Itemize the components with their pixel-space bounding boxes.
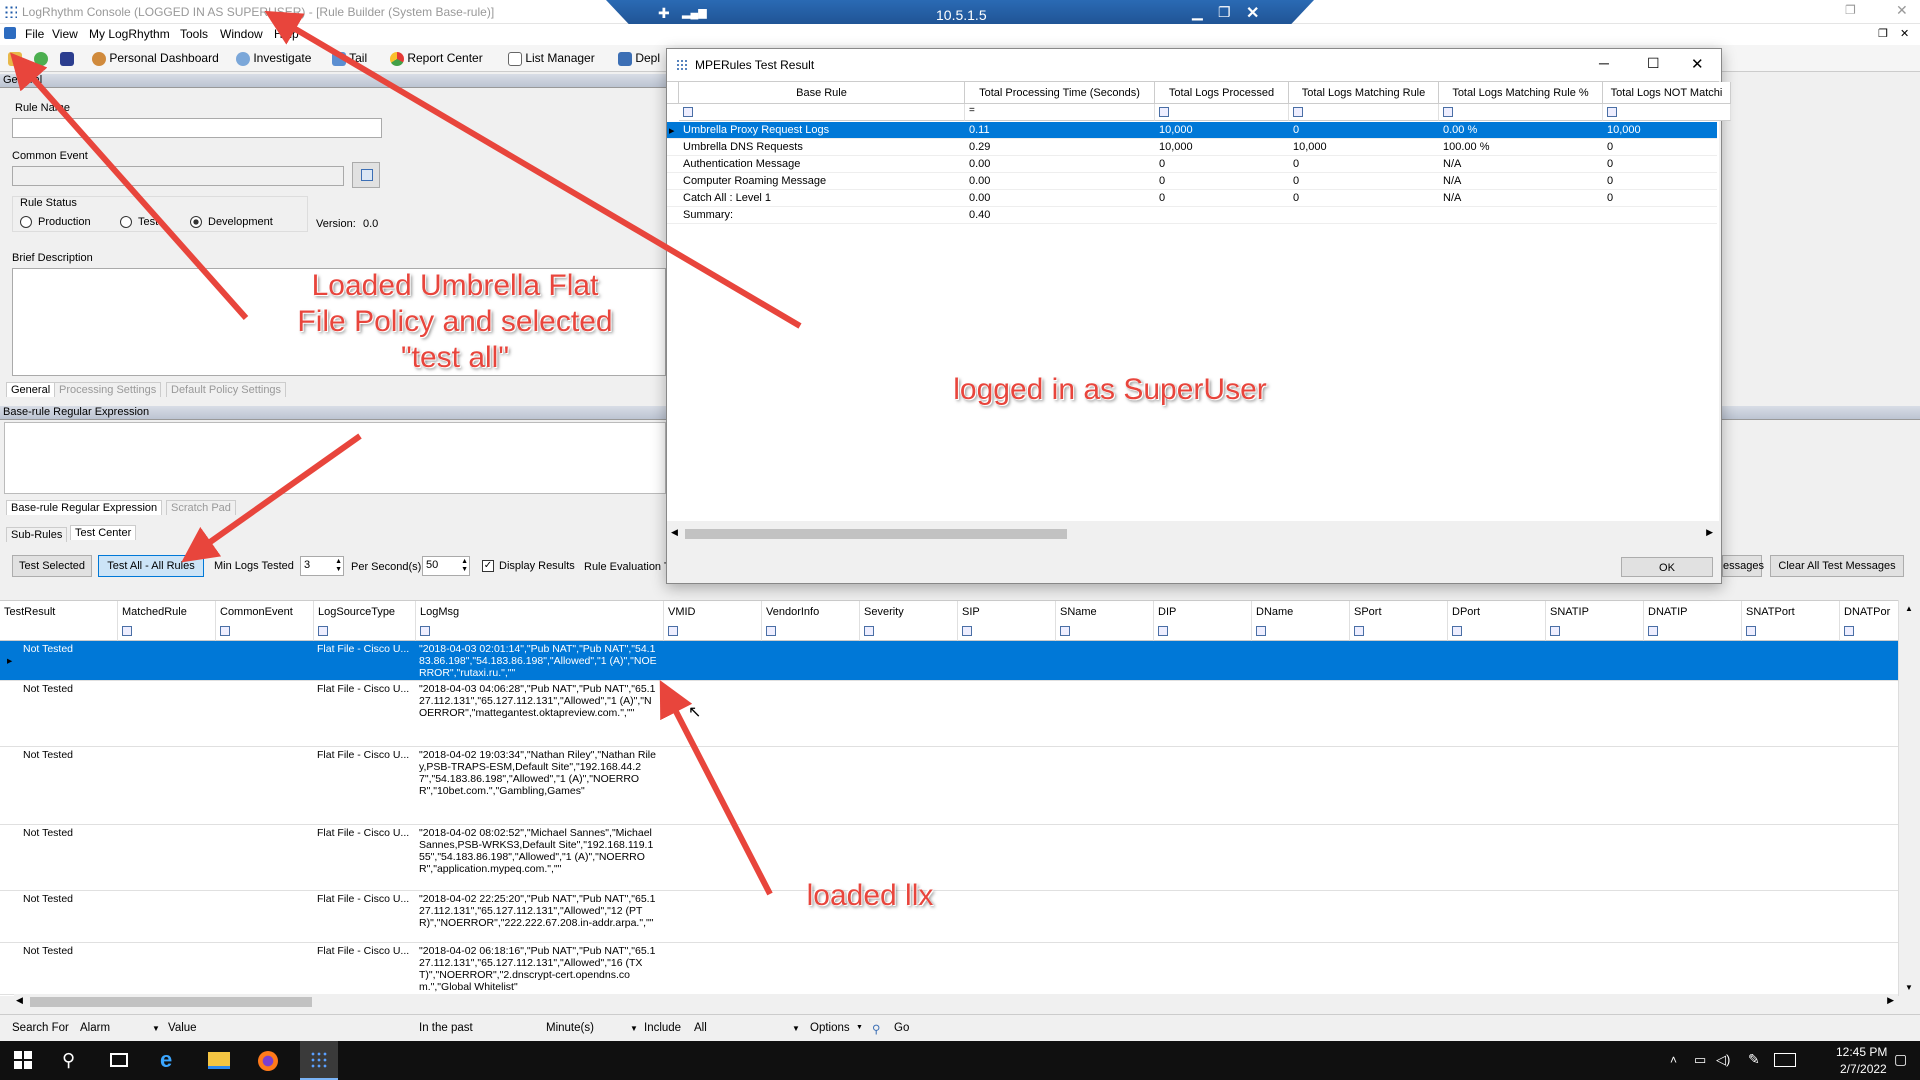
options-button[interactable]: Options (810, 1022, 850, 1034)
annotation-arrows (10, 10, 802, 896)
internet-explorer-icon[interactable]: e (160, 1047, 172, 1073)
task-view-icon[interactable] (110, 1053, 128, 1067)
search-for-label: Search For (12, 1022, 69, 1034)
arrow-to-test-all (181, 433, 362, 563)
network-icon[interactable]: ▭ (1694, 1052, 1706, 1068)
tray-chevron-icon[interactable]: ˄ (1670, 1053, 1677, 1067)
firefox-icon[interactable] (258, 1051, 278, 1071)
windows-taskbar: ⚲ e ˄ ▭ ◁) ✎ 12:45 PM 2/7/2022 ▢ (0, 1041, 1920, 1080)
file-explorer-icon[interactable] (208, 1052, 230, 1069)
minutes-select[interactable]: Minute(s) (546, 1022, 594, 1034)
arrow-to-toolbar (10, 52, 249, 320)
notification-icon[interactable]: ▢ (1894, 1051, 1907, 1068)
search-icon[interactable]: ⚲ (872, 1022, 880, 1036)
alarm-dropdown-icon[interactable]: ▼ (152, 1024, 160, 1033)
in-the-past-label: In the past (419, 1022, 473, 1034)
include-label: Include (644, 1022, 682, 1034)
search-icon[interactable]: ⚲ (62, 1050, 75, 1071)
include-select[interactable]: All (694, 1022, 707, 1034)
keyboard-icon[interactable] (1774, 1053, 1796, 1067)
mouse-cursor-icon: ↖ (688, 704, 702, 721)
include-dropdown-icon[interactable]: ▼ (792, 1024, 800, 1033)
options-dropdown-icon[interactable]: ▼ (856, 1024, 863, 1031)
windows-start-icon[interactable] (14, 1051, 32, 1069)
value-label: Value (168, 1022, 197, 1034)
arrow-to-logmsg (659, 679, 773, 896)
alarm-select[interactable]: Alarm (80, 1022, 110, 1034)
minutes-dropdown-icon[interactable]: ▼ (630, 1024, 638, 1033)
arrow-to-title (264, 10, 802, 329)
search-status-bar: Search For Alarm ▼ Value In the past Min… (0, 1014, 1920, 1041)
go-button[interactable]: Go (894, 1022, 909, 1034)
logrhythm-taskbar-icon[interactable] (300, 1041, 338, 1080)
pen-icon[interactable]: ✎ (1748, 1051, 1760, 1068)
clock-date[interactable]: 2/7/2022 (1840, 1062, 1887, 1076)
volume-icon[interactable]: ◁) (1716, 1052, 1730, 1068)
clock-time[interactable]: 12:45 PM (1836, 1045, 1887, 1059)
